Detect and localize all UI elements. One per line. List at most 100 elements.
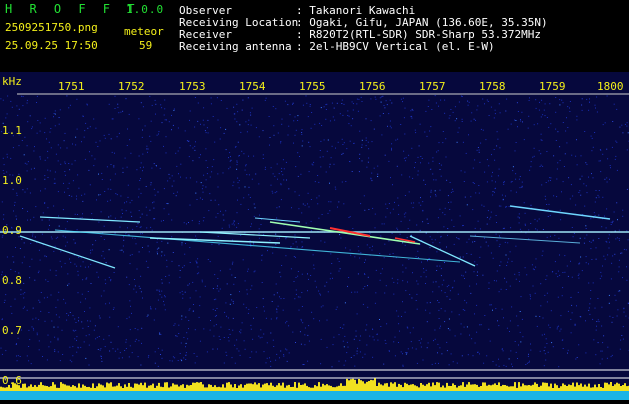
noise-dot [85, 123, 86, 124]
noise-dot [511, 364, 512, 365]
noise-dot [399, 331, 400, 332]
noise-dot [136, 226, 137, 227]
noise-dot [23, 297, 24, 298]
noise-dot [530, 344, 531, 345]
noise-dot [432, 239, 433, 240]
noise-dot [117, 194, 118, 195]
noise-dot [604, 216, 605, 217]
noise-dot [83, 116, 84, 117]
noise-dot [251, 329, 252, 330]
noise-dot [22, 208, 23, 209]
noise-dot [328, 291, 329, 292]
noise-dot [77, 214, 78, 215]
noise-dot [58, 160, 59, 161]
noise-dot [397, 166, 398, 167]
noise-dot [215, 299, 216, 300]
noise-dot [109, 335, 110, 336]
noise-dot [114, 307, 115, 308]
noise-dot [389, 254, 390, 255]
noise-dot [88, 291, 89, 292]
noise-dot [147, 316, 148, 317]
noise-dot [307, 290, 308, 291]
noise-dot [151, 121, 152, 122]
noise-dot [343, 324, 344, 325]
noise-dot [354, 366, 355, 367]
noise-dot [548, 216, 549, 217]
noise-dot [295, 235, 296, 236]
level-bar [96, 386, 98, 391]
noise-dot [451, 202, 452, 203]
level-bar [318, 382, 320, 391]
noise-dot [393, 294, 394, 295]
noise-dot [17, 195, 18, 196]
noise-dot [227, 108, 228, 109]
level-bar [76, 388, 78, 391]
noise-dot [233, 303, 234, 304]
noise-dot [609, 242, 610, 243]
noise-dot [439, 347, 440, 348]
noise-dot [296, 277, 297, 278]
noise-dot [405, 268, 406, 269]
noise-dot [459, 102, 460, 103]
noise-dot [589, 102, 590, 103]
noise-dot [324, 242, 325, 243]
noise-dot [370, 98, 371, 99]
level-bar [264, 384, 266, 391]
noise-dot [437, 352, 438, 353]
noise-dot [40, 260, 41, 261]
noise-dot [544, 350, 545, 351]
noise-dot [464, 181, 465, 182]
level-bar [348, 380, 350, 391]
noise-dot [166, 266, 167, 267]
noise-dot [175, 335, 176, 336]
noise-dot [151, 168, 152, 169]
noise-dot [522, 182, 523, 183]
noise-dot [286, 349, 287, 350]
noise-dot [582, 176, 583, 177]
noise-dot [198, 272, 199, 273]
noise-dot [457, 142, 458, 143]
noise-dot [220, 339, 221, 340]
noise-dot [117, 349, 118, 350]
noise-dot [622, 210, 623, 211]
noise-dot [364, 286, 365, 287]
noise-dot [422, 210, 423, 211]
noise-dot [20, 294, 21, 295]
noise-dot [80, 266, 81, 267]
noise-dot [190, 205, 191, 206]
level-bar [566, 386, 568, 391]
noise-dot [438, 363, 439, 364]
level-bar [338, 386, 340, 391]
noise-dot [476, 284, 477, 285]
noise-dot [373, 336, 374, 337]
noise-dot [441, 165, 442, 166]
noise-dot [321, 125, 322, 126]
noise-dot [122, 168, 123, 169]
noise-dot [320, 150, 321, 151]
noise-dot [13, 262, 14, 263]
level-bar [570, 385, 572, 391]
noise-dot [311, 128, 312, 129]
noise-dot [82, 213, 83, 214]
noise-dot [292, 104, 293, 105]
noise-dot [245, 165, 246, 166]
noise-dot [259, 238, 260, 239]
noise-dot [315, 181, 316, 182]
noise-dot [59, 317, 60, 318]
level-bar [484, 383, 486, 392]
noise-dot [218, 187, 219, 188]
noise-dot [420, 343, 421, 344]
noise-dot [165, 296, 166, 297]
level-bar [352, 379, 354, 391]
noise-dot [375, 97, 376, 98]
noise-dot [440, 236, 441, 237]
noise-dot [510, 227, 511, 228]
noise-dot [233, 318, 234, 319]
noise-dot [461, 323, 462, 324]
noise-dot [74, 331, 75, 332]
noise-dot [358, 99, 359, 100]
noise-dot [307, 203, 308, 204]
noise-dot [315, 281, 316, 282]
level-bar [136, 384, 138, 391]
noise-dot [160, 294, 161, 295]
